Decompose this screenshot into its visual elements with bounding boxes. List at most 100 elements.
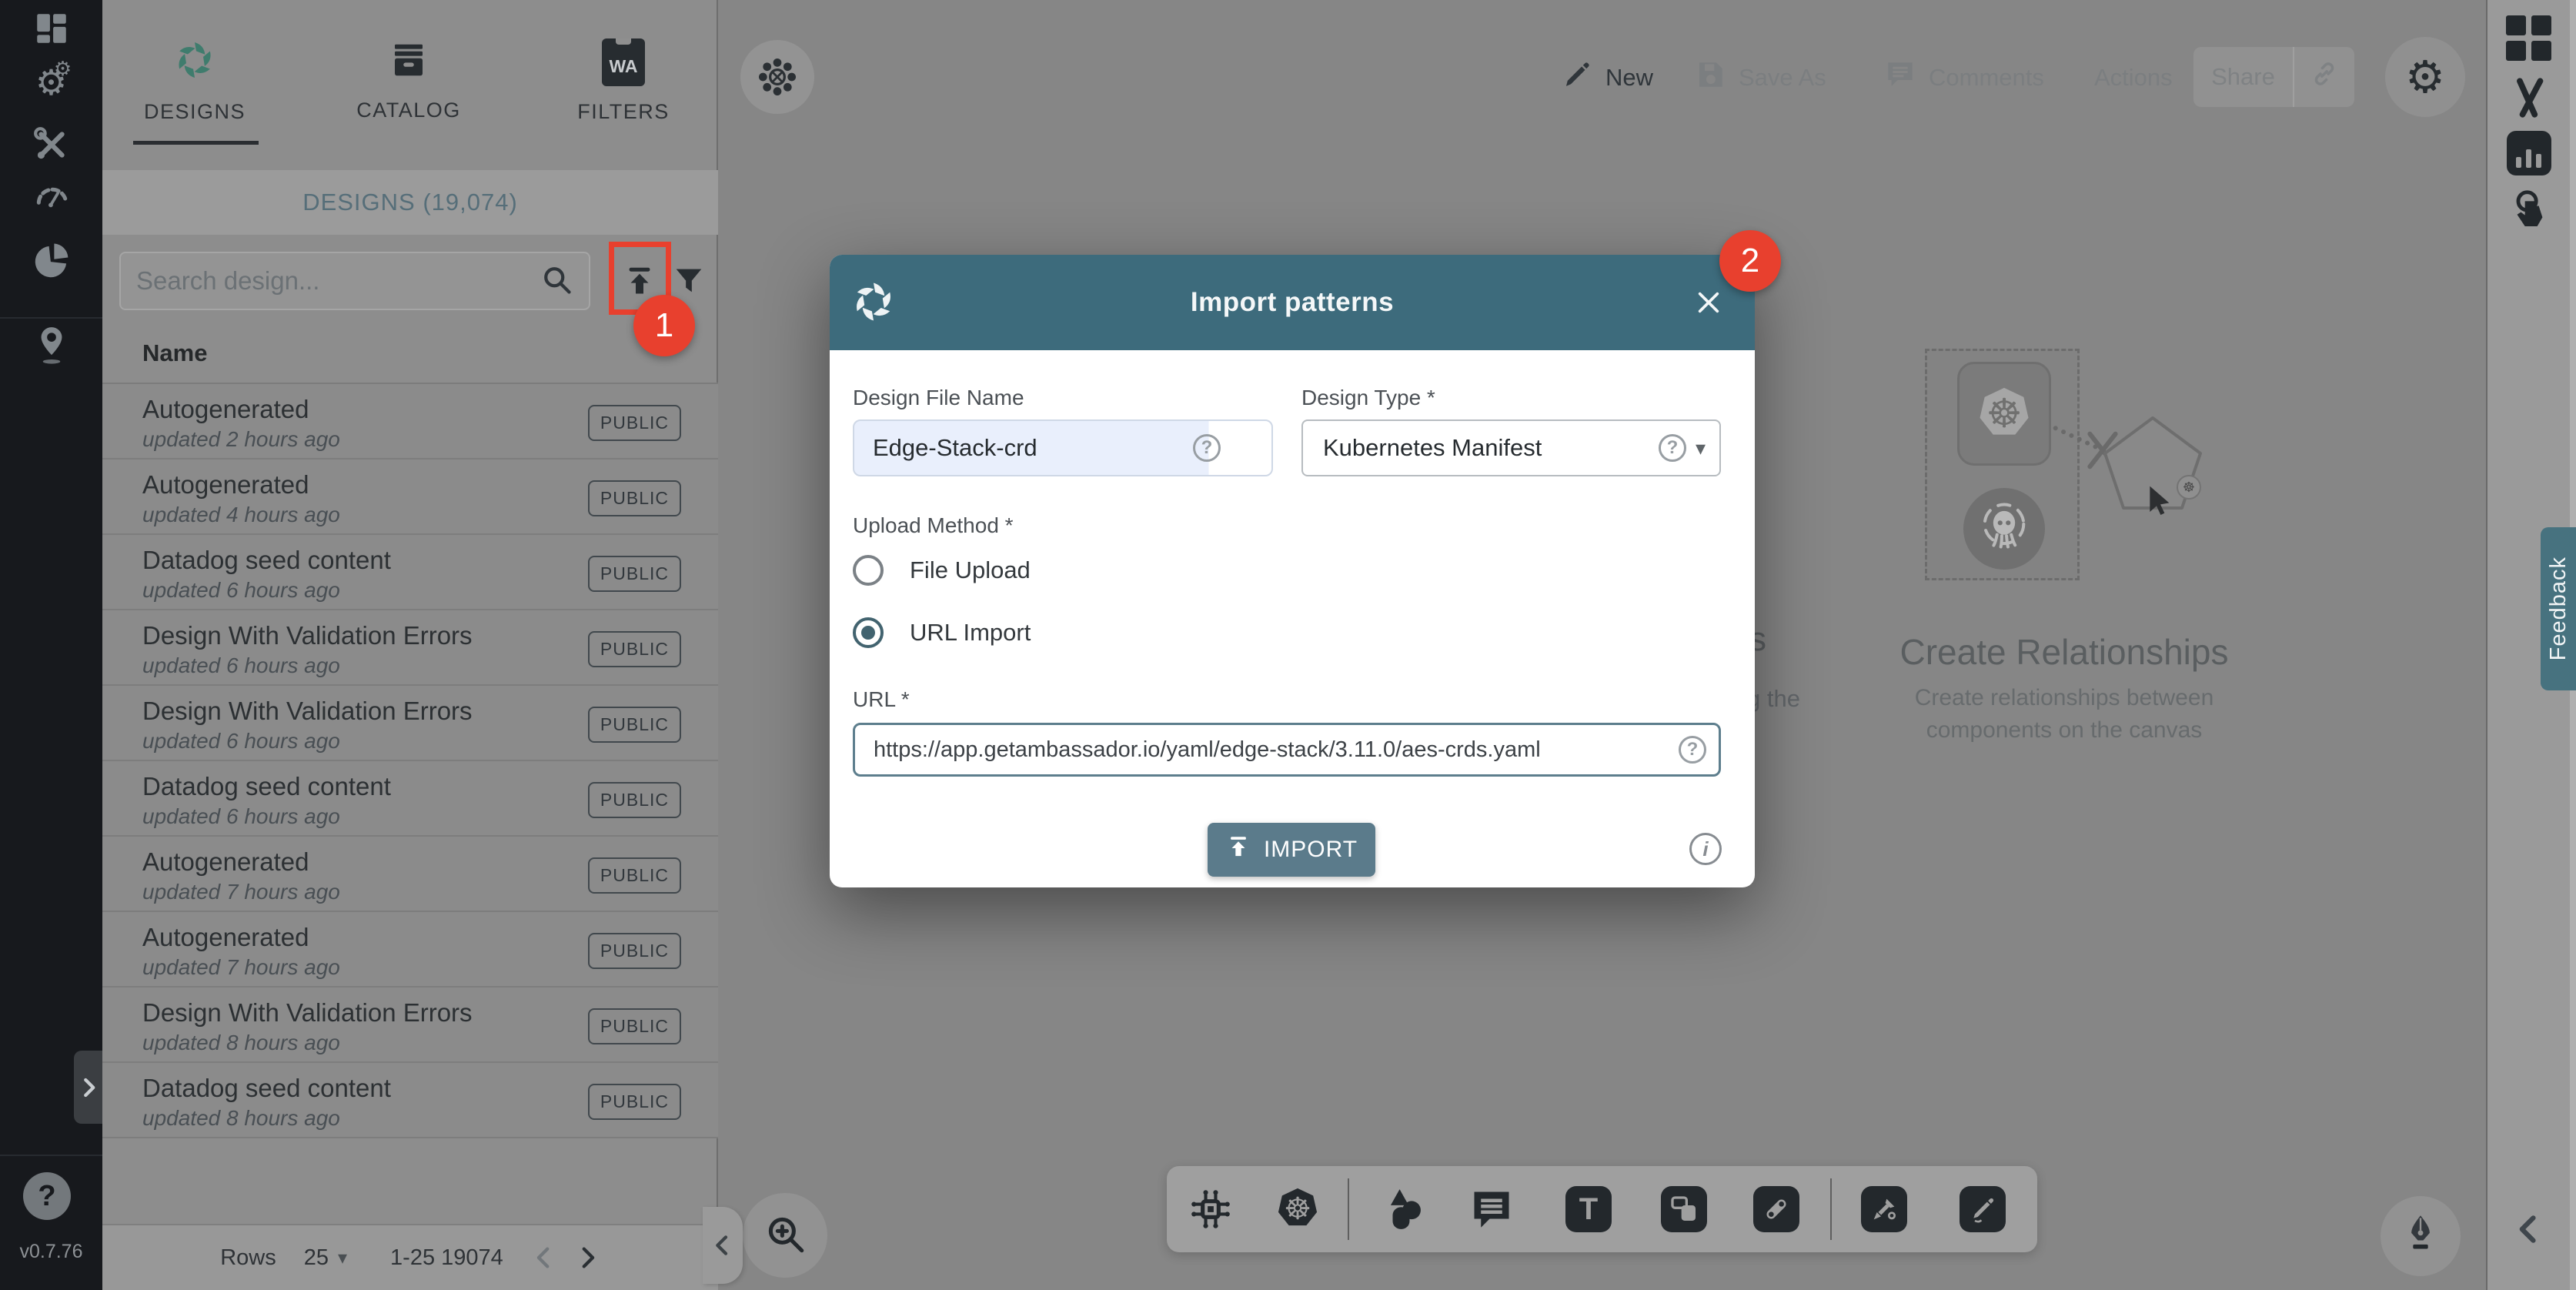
search-design-input[interactable] <box>136 266 540 296</box>
search-design-input-box <box>119 252 590 310</box>
design-list-row[interactable]: Design With Validation Errors updated 6 … <box>102 610 718 686</box>
annotation-step-2-badge: 2 <box>1719 230 1781 292</box>
cursor-pointer-icon <box>2143 483 2174 521</box>
design-updated-time: updated 8 hours ago <box>142 1031 340 1055</box>
design-name: Autogenerated <box>142 847 309 877</box>
visibility-badge: PUBLIC <box>588 556 681 592</box>
tab-filters-label: FILTERS <box>577 100 670 124</box>
feedback-tab[interactable]: Feedback <box>2541 527 2576 690</box>
designs-panel: DESIGNS CATALOG WA FILTERS DESIGNS (19,0… <box>102 0 718 1290</box>
help-button[interactable]: ? <box>23 1172 71 1220</box>
interact-touch-icon[interactable] <box>2487 186 2570 231</box>
lifecycle-gears-icon[interactable]: ⚙⚙ <box>0 65 102 100</box>
design-list-row[interactable]: Autogenerated updated 7 hours ago PUBLIC <box>102 837 718 912</box>
kubernetes-tool-icon[interactable]: ☸ <box>1273 1185 1322 1234</box>
tab-catalog[interactable]: CATALOG <box>320 0 497 162</box>
design-name: Autogenerated <box>142 470 309 500</box>
help-icon[interactable]: ? <box>1659 434 1686 462</box>
modal-title: Import patterns <box>830 255 1755 350</box>
url-input[interactable] <box>855 737 1679 763</box>
upload-method-label: Upload Method * <box>853 513 1014 538</box>
zoom-in-button[interactable] <box>743 1193 827 1278</box>
empty-state-group-box: ☸ <box>1925 349 2080 580</box>
rail-divider <box>0 317 102 319</box>
import-button[interactable]: IMPORT <box>1208 823 1375 877</box>
radio-unselected-icon <box>853 555 884 586</box>
meshery-designs-logo-icon <box>172 38 217 86</box>
rows-per-page-select[interactable]: 25 ▾ <box>304 1245 347 1271</box>
right-dock-collapse-chevron[interactable] <box>2487 1212 2570 1246</box>
visibility-badge: PUBLIC <box>588 480 681 516</box>
help-icon[interactable]: ? <box>1679 736 1706 764</box>
design-list-row[interactable]: Autogenerated updated 7 hours ago PUBLIC <box>102 912 718 988</box>
design-type-label: Design Type * <box>1301 386 1435 410</box>
annotation-pen-button[interactable] <box>2381 1196 2461 1276</box>
sidebar-expand-chevron[interactable] <box>74 1051 102 1124</box>
pen-arrow-tool-icon[interactable] <box>1859 1185 1909 1234</box>
tab-designs[interactable]: DESIGNS <box>106 0 283 162</box>
url-field: ? <box>853 723 1721 777</box>
help-icon[interactable]: ? <box>1193 434 1221 462</box>
shapes-tool-icon[interactable] <box>1380 1185 1429 1234</box>
pagination-bar: Rows 25 ▾ 1-25 19074 <box>102 1224 718 1290</box>
visibility-badge: PUBLIC <box>588 1084 681 1120</box>
design-file-name-field: ? <box>853 419 1273 476</box>
kubernetes-component-node: ☸ <box>1957 362 2051 466</box>
performance-speedometer-icon[interactable] <box>0 179 102 217</box>
next-page-button[interactable] <box>574 1245 600 1271</box>
info-icon[interactable]: i <box>1689 833 1722 865</box>
configuration-tools-icon[interactable] <box>0 125 102 164</box>
copy-link-button[interactable] <box>2294 59 2354 95</box>
analytics-chart-icon[interactable] <box>2487 131 2570 175</box>
design-updated-time: updated 7 hours ago <box>142 880 340 904</box>
visibility-badge: PUBLIC <box>588 857 681 894</box>
caret-down-icon: ▾ <box>1696 436 1706 460</box>
funnel-icon <box>671 263 707 302</box>
upload-icon <box>1225 834 1251 866</box>
design-updated-time: updated 6 hours ago <box>142 729 340 754</box>
design-file-name-input[interactable] <box>854 434 1193 462</box>
design-list-row[interactable]: Design With Validation Errors updated 8 … <box>102 988 718 1063</box>
dashboard-icon[interactable] <box>0 9 102 48</box>
validate-y-icon[interactable] <box>2487 75 2570 120</box>
file-upload-radio-option[interactable]: File Upload <box>853 555 1031 586</box>
comments-button[interactable]: Comments <box>1884 54 2044 102</box>
notes-tool-icon[interactable] <box>1659 1185 1709 1234</box>
design-list-row[interactable]: Datadog seed content updated 6 hours ago… <box>102 535 718 610</box>
design-file-name-label: Design File Name <box>853 386 1024 410</box>
pencil-tool-icon[interactable] <box>1958 1185 2007 1234</box>
app-version: v0.7.76 <box>0 1241 102 1263</box>
new-design-button[interactable]: New <box>1561 54 1653 102</box>
url-import-radio-option[interactable]: URL Import <box>853 617 1031 648</box>
design-list-row[interactable]: Datadog seed content updated 8 hours ago… <box>102 1063 718 1138</box>
save-as-button[interactable]: Save As <box>1694 54 1826 102</box>
pagination-range: 1-25 19074 <box>390 1245 503 1271</box>
previous-page-button[interactable] <box>531 1245 557 1271</box>
extensions-icon[interactable] <box>0 240 102 282</box>
components-grid-icon[interactable] <box>2487 15 2570 61</box>
components-circuit-icon[interactable] <box>1186 1185 1235 1234</box>
dock-divider <box>1348 1178 1349 1240</box>
text-tool-icon[interactable]: T <box>1564 1185 1613 1234</box>
visibility-badge: PUBLIC <box>588 1008 681 1044</box>
canvas-settings-button[interactable]: ⚙ <box>2385 37 2465 117</box>
explore-pin-icon[interactable] <box>0 323 102 368</box>
save-as-label: Save As <box>1739 64 1826 92</box>
design-list-row[interactable]: Autogenerated updated 2 hours ago PUBLIC <box>102 384 718 460</box>
share-button[interactable]: Share <box>2193 63 2293 91</box>
link-tool-icon[interactable] <box>1752 1185 1801 1234</box>
panel-collapse-handle[interactable] <box>703 1207 743 1284</box>
visibility-badge: PUBLIC <box>588 933 681 969</box>
kubernetes-icon: ☸ <box>1974 384 2034 444</box>
link-icon <box>2310 59 2339 95</box>
design-list-row[interactable]: Datadog seed content updated 6 hours ago… <box>102 761 718 837</box>
tab-filters[interactable]: WA FILTERS <box>535 0 712 162</box>
design-list-row[interactable]: Design With Validation Errors updated 6 … <box>102 686 718 761</box>
design-type-select[interactable]: Kubernetes Manifest ? ▾ <box>1301 419 1721 476</box>
design-list-row[interactable]: Autogenerated updated 4 hours ago PUBLIC <box>102 460 718 535</box>
feedback-label: Feedback <box>2546 556 2571 660</box>
comment-tool-icon[interactable] <box>1467 1185 1516 1234</box>
kubernetes-badge-icon: ☸ <box>2177 475 2201 500</box>
design-updated-time: updated 4 hours ago <box>142 503 340 527</box>
actions-label: Actions <box>2094 64 2173 92</box>
